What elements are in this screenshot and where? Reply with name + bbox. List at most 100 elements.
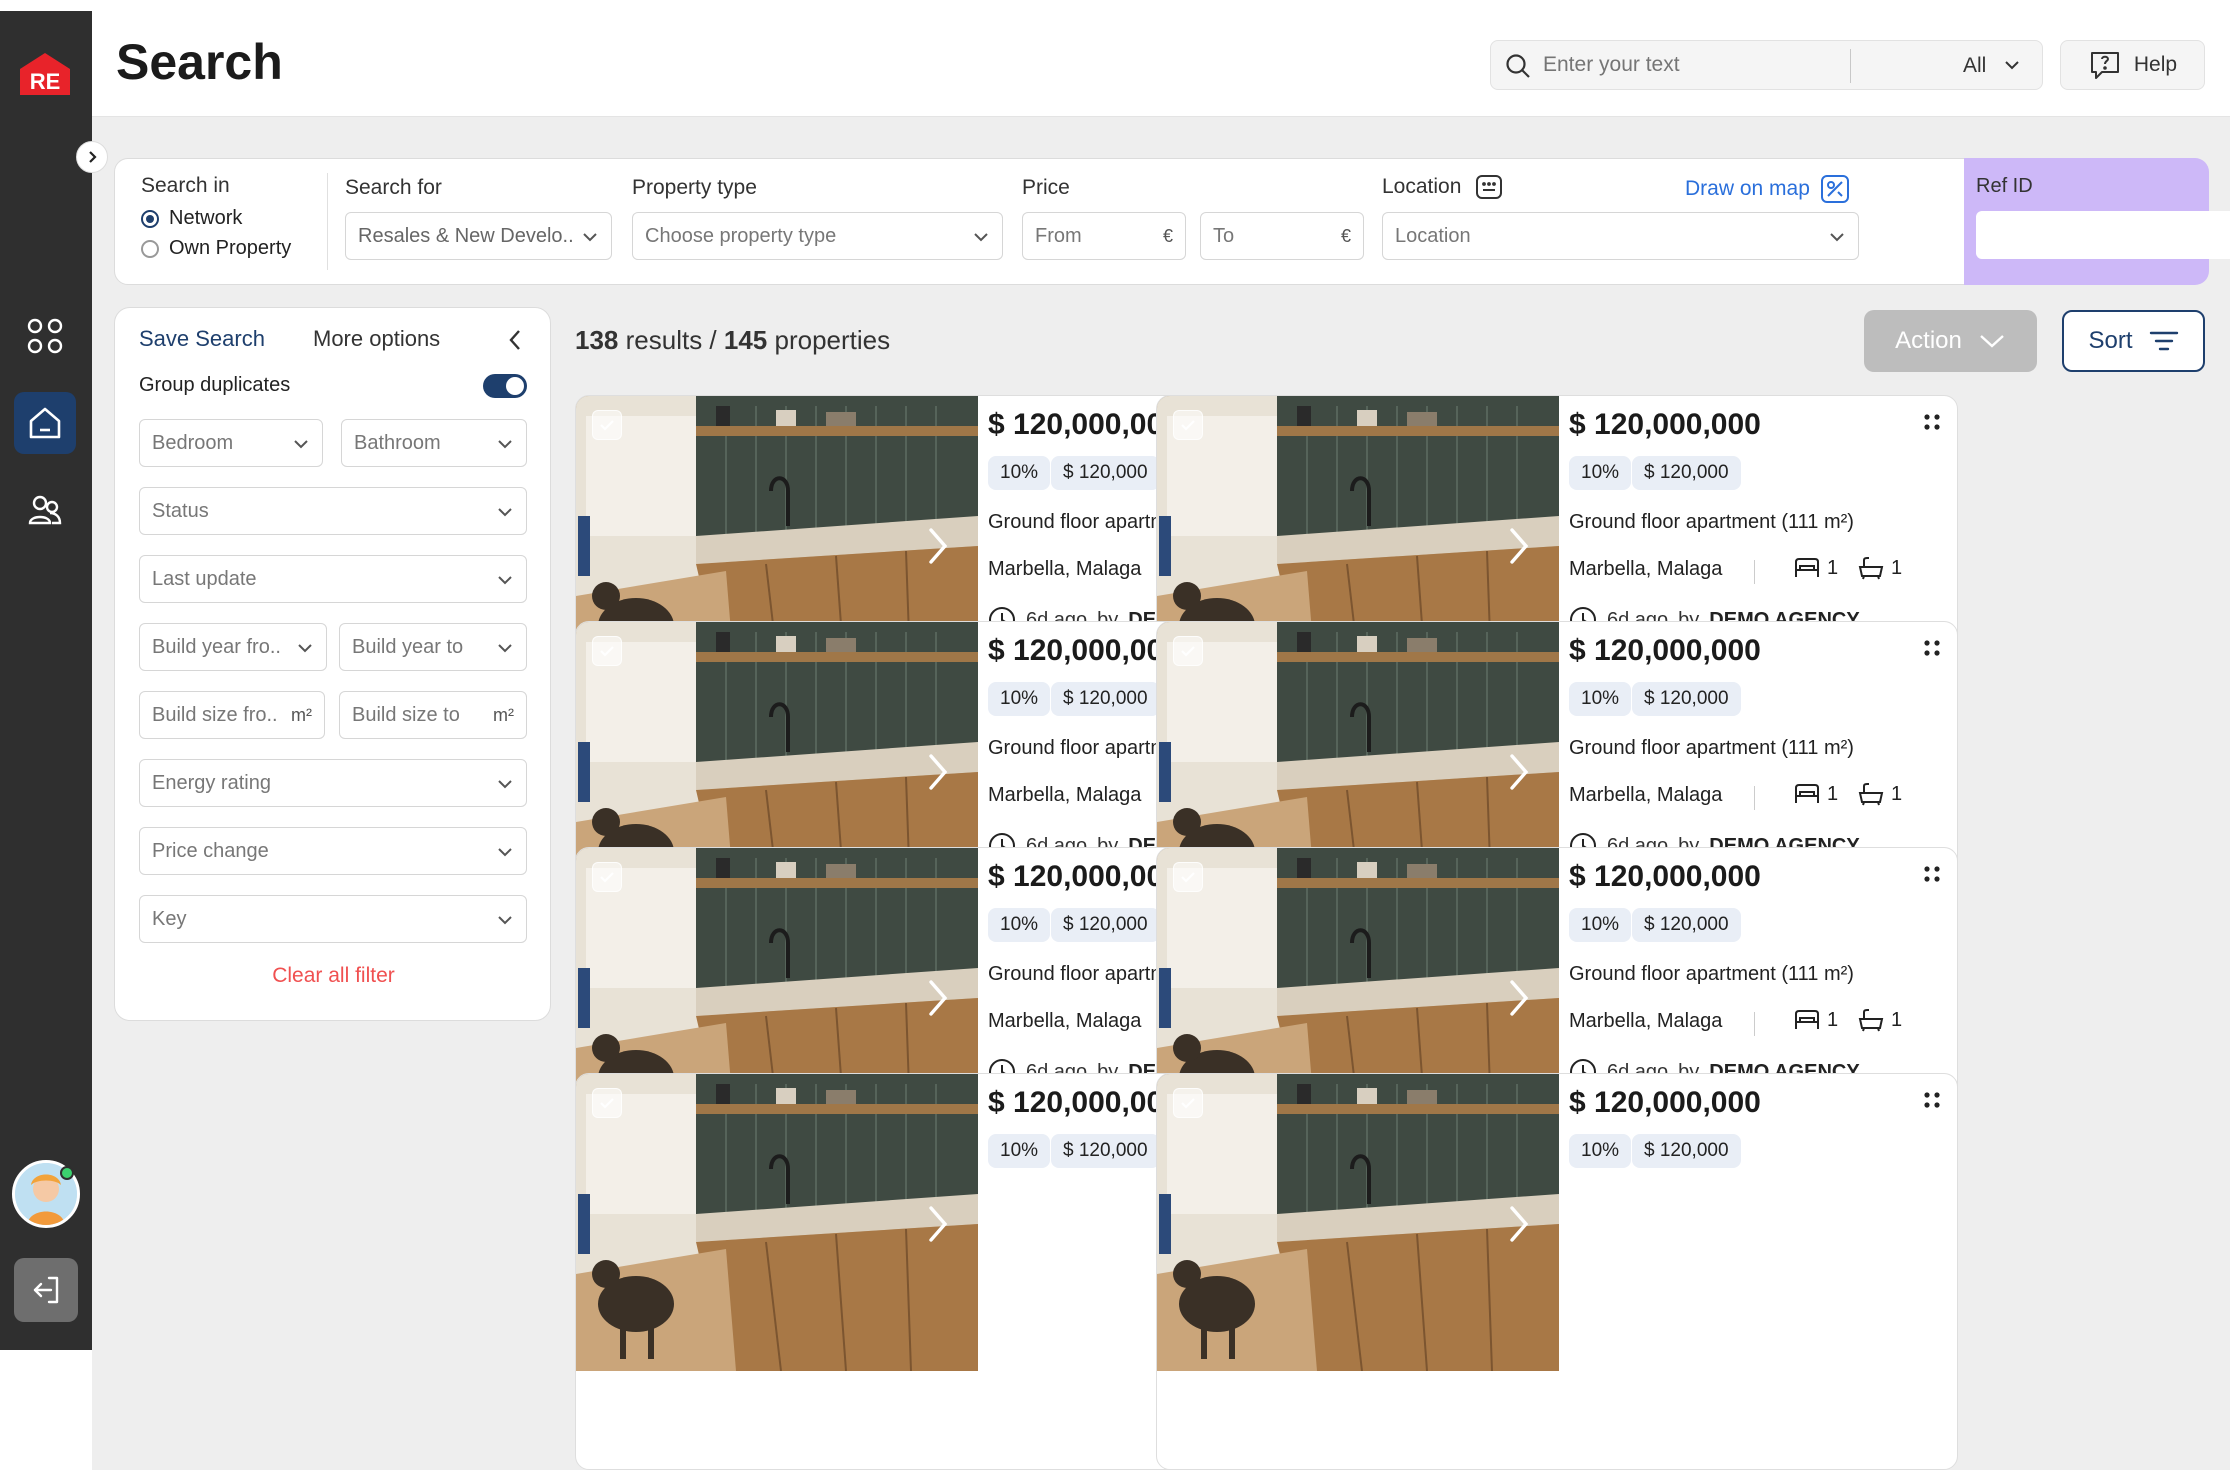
draw-on-map-link[interactable]: Draw on map <box>1685 174 1850 204</box>
next-photo-icon[interactable] <box>1507 978 1531 1018</box>
map-draw-icon <box>1820 174 1850 204</box>
home-icon[interactable] <box>14 392 76 454</box>
global-search-input[interactable] <box>1543 49 1843 81</box>
property-photo[interactable] <box>1157 1074 1559 1371</box>
dashboard-icon[interactable] <box>14 305 76 367</box>
search-for-select[interactable]: Resales & New Develo.. <box>345 212 612 260</box>
save-search-link[interactable]: Save Search <box>139 326 265 352</box>
commission-percent-chip: 10% <box>1569 456 1632 490</box>
chevron-down-icon <box>581 228 599 246</box>
next-photo-icon[interactable] <box>926 526 950 566</box>
radio-network[interactable]: Network <box>141 207 242 230</box>
build-year-to-select[interactable]: Build year to <box>339 623 527 671</box>
select-checkbox[interactable] <box>1173 636 1203 666</box>
key-select[interactable]: Key <box>139 895 527 943</box>
build-year-from-select[interactable]: Build year fro.. <box>139 623 327 671</box>
action-button[interactable]: Action <box>1864 310 2037 372</box>
help-button[interactable]: Help <box>2060 40 2205 90</box>
radio-checked-icon[interactable] <box>141 209 159 228</box>
property-price: $ 120,000,000 <box>1569 860 1761 893</box>
search-for-value: Resales & New Develo.. <box>358 224 574 247</box>
bed-icon <box>1793 782 1821 806</box>
search-for-label: Search for <box>345 176 442 199</box>
price-from-input[interactable]: From € <box>1022 212 1186 260</box>
ref-id-input[interactable] <box>1976 211 2230 259</box>
more-options-tab[interactable]: More options <box>313 326 440 352</box>
contacts-icon[interactable] <box>14 479 76 541</box>
location-select[interactable]: Location <box>1382 212 1859 260</box>
divider <box>1754 560 1755 584</box>
commission-amount-chip: $ 120,000 <box>1632 908 1741 942</box>
select-checkbox[interactable] <box>592 862 622 892</box>
next-photo-icon[interactable] <box>926 752 950 792</box>
bedroom-select[interactable]: Bedroom <box>139 419 323 467</box>
group-duplicates-toggle[interactable] <box>483 374 527 398</box>
logout-button[interactable] <box>14 1258 78 1322</box>
select-checkbox[interactable] <box>1173 1088 1203 1118</box>
search-icon <box>1505 53 1531 79</box>
price-change-select[interactable]: Price change <box>139 827 527 875</box>
property-price: $ 120,000,000 <box>1569 1086 1761 1119</box>
chevron-down-icon <box>496 503 514 521</box>
commission-percent-chip: 10% <box>988 456 1051 490</box>
price-to-input[interactable]: To € <box>1200 212 1364 260</box>
clear-all-filter-link[interactable]: Clear all filter <box>115 964 552 988</box>
price-from-placeholder: From <box>1035 224 1082 247</box>
next-photo-icon[interactable] <box>926 978 950 1018</box>
sort-button[interactable]: Sort <box>2062 310 2205 372</box>
drag-handle-icon[interactable] <box>1922 412 1942 432</box>
commission-amount-chip: $ 120,000 <box>1051 456 1160 490</box>
property-card[interactable]: $ 120,000,000 10% $ 120,000 <box>1156 1073 1958 1470</box>
build-year-from-placeholder: Build year fro.. <box>152 635 281 658</box>
keyboard-icon[interactable] <box>1475 174 1503 200</box>
build-year-to-placeholder: Build year to <box>352 635 464 658</box>
energy-rating-select[interactable]: Energy rating <box>139 759 527 807</box>
bathroom-select[interactable]: Bathroom <box>341 419 527 467</box>
status-select[interactable]: Status <box>139 487 527 535</box>
bathtub-icon <box>1857 782 1885 806</box>
chevron-down-icon <box>496 639 514 657</box>
build-size-from-input[interactable]: Build size fro.. m² <box>139 691 325 739</box>
commission-amount-chip: $ 120,000 <box>1051 682 1160 716</box>
property-location: Marbella, Malaga <box>988 784 1142 806</box>
drag-handle-icon[interactable] <box>1922 864 1942 884</box>
radio-unchecked-icon[interactable] <box>141 239 159 258</box>
chevron-down-icon[interactable] <box>2003 56 2021 74</box>
select-checkbox[interactable] <box>1173 862 1203 892</box>
commission-percent-chip: 10% <box>1569 908 1632 942</box>
key-placeholder: Key <box>152 907 187 930</box>
property-type-select[interactable]: Choose property type <box>632 212 1003 260</box>
bathroom-placeholder: Bathroom <box>354 431 441 454</box>
app-logo[interactable]: RE <box>14 49 76 99</box>
property-photo[interactable] <box>576 1074 978 1371</box>
search-scope-select[interactable]: All <box>1963 54 1986 78</box>
property-price: $ 120,000,000 <box>988 634 1180 667</box>
collapse-panel-icon[interactable] <box>505 328 525 352</box>
drag-handle-icon[interactable] <box>1922 1090 1942 1110</box>
bedrooms-count: 1 <box>1793 1008 1838 1032</box>
select-checkbox[interactable] <box>592 410 622 440</box>
next-photo-icon[interactable] <box>1507 1204 1531 1244</box>
select-checkbox[interactable] <box>592 1088 622 1118</box>
radio-own-property[interactable]: Own Property <box>141 237 291 260</box>
next-photo-icon[interactable] <box>1507 752 1531 792</box>
select-checkbox[interactable] <box>1173 410 1203 440</box>
expand-sidebar-button[interactable] <box>76 141 108 173</box>
commission-amount-chip: $ 120,000 <box>1632 456 1741 490</box>
global-search: All <box>1490 40 2043 90</box>
build-size-to-input[interactable]: Build size to m² <box>339 691 527 739</box>
drag-handle-icon[interactable] <box>1922 638 1942 658</box>
select-checkbox[interactable] <box>592 636 622 666</box>
chevron-down-icon <box>296 639 314 657</box>
price-label: Price <box>1022 176 1070 199</box>
filter-lines-icon <box>2149 329 2179 353</box>
chevron-down-icon <box>496 775 514 793</box>
last-update-select[interactable]: Last update <box>139 555 527 603</box>
next-photo-icon[interactable] <box>1507 526 1531 566</box>
commission-amount-chip: $ 120,000 <box>1051 908 1160 942</box>
chevron-down-icon <box>496 571 514 589</box>
bathrooms-value: 1 <box>1891 1008 1903 1031</box>
next-photo-icon[interactable] <box>926 1204 950 1244</box>
location-label: Location <box>1382 175 1462 198</box>
property-location: Marbella, Malaga <box>1569 558 1723 580</box>
